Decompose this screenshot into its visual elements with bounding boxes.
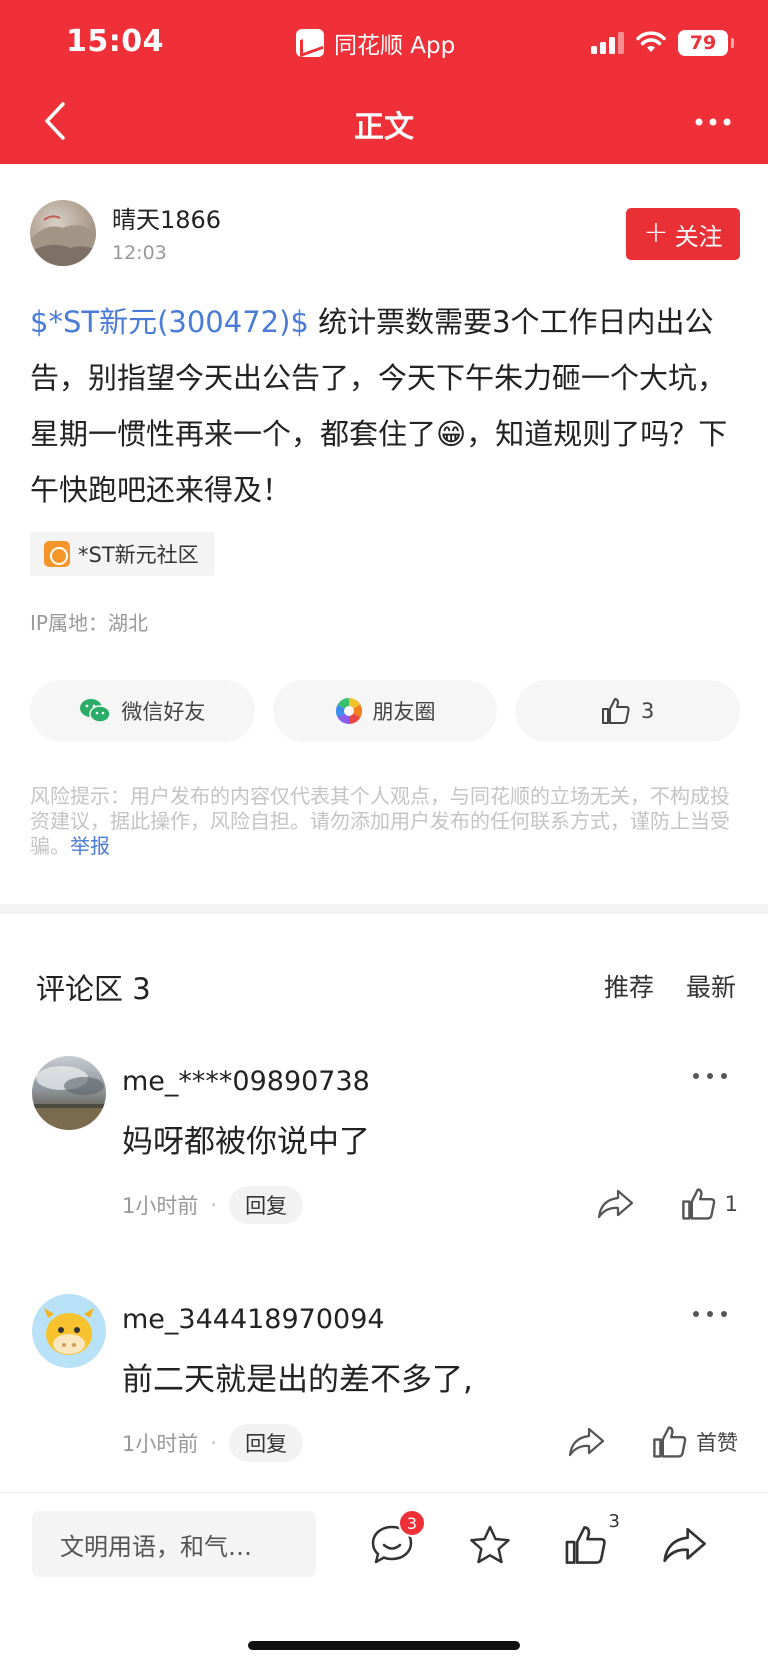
author-name[interactable]: 晴天1866	[112, 200, 221, 235]
share-arrow-icon	[663, 1527, 706, 1563]
more-menu-button[interactable]	[688, 100, 738, 144]
comment-more-button[interactable]	[690, 1064, 730, 1088]
bottom-action-bar: 文明用语，和气… 3 3	[0, 1492, 768, 1663]
comment-text: 前二天就是出的差不多了,	[122, 1362, 473, 1398]
share-moments-button[interactable]: 朋友圈	[272, 680, 498, 742]
risk-warning: 风险提示：用户发布的内容仅代表其个人观点，与同花顺的立场无关，不构成投资建议，据…	[30, 784, 742, 859]
favorite-button[interactable]	[460, 1515, 520, 1575]
follow-label: 关注	[674, 222, 723, 251]
thumbs-up-icon	[601, 698, 630, 724]
comment-count-badge: 3	[398, 1509, 426, 1537]
community-icon	[44, 541, 70, 567]
community-tag[interactable]: *ST新元社区	[30, 532, 215, 576]
comments-button[interactable]: 3	[362, 1509, 426, 1575]
comment-share-button[interactable]	[564, 1420, 608, 1464]
comment-like-button[interactable]: 首赞	[652, 1420, 738, 1464]
section-divider	[0, 904, 768, 914]
share-moments-label: 朋友圈	[372, 700, 436, 724]
share-arrow-icon	[568, 1427, 605, 1457]
commenter-name[interactable]: me_344418970094	[122, 1304, 385, 1335]
comment-item: me_344418970094 前二天就是出的差不多了, 1小时前 · 回复 首…	[32, 1294, 738, 1474]
avatar-image	[32, 1066, 106, 1130]
reply-button[interactable]: 回复	[229, 1186, 304, 1224]
sort-recommended-tab[interactable]: 推荐	[604, 968, 654, 1004]
author-avatar[interactable]	[30, 200, 96, 266]
like-count: 3	[608, 1511, 620, 1532]
comment-like-label: 首赞	[696, 1431, 738, 1455]
meta-separator: ·	[210, 1193, 218, 1217]
comment-share-button[interactable]	[593, 1182, 637, 1226]
sort-tabs: 推荐 最新	[604, 968, 736, 1004]
status-icons: 79	[591, 28, 734, 58]
comment-meta: 1小时前 · 回复	[122, 1424, 304, 1462]
comment-like-count: 1	[724, 1192, 738, 1216]
page-title: 正文	[354, 110, 414, 145]
comment-more-button[interactable]	[690, 1302, 730, 1326]
risk-text: 风险提示：用户发布的内容仅代表其个人观点，与同花顺的立场无关，不构成投资建议，据…	[30, 784, 730, 858]
status-time: 15:04	[66, 24, 164, 59]
plus-icon: +	[643, 214, 669, 250]
commenter-name[interactable]: me_****09890738	[122, 1066, 370, 1097]
share-wechat-label: 微信好友	[121, 700, 206, 724]
more-dots-icon	[693, 1311, 727, 1317]
commenter-avatar[interactable]	[32, 1056, 106, 1130]
nav-bar: 正文	[0, 84, 768, 164]
post-content: $*ST新元(300472)$ 统计票数需要3个工作日内出公告，别指望今天出公告…	[30, 294, 740, 518]
home-indicator[interactable]	[248, 1641, 520, 1650]
wifi-icon	[636, 31, 666, 52]
comment-time: 1小时前	[122, 1432, 199, 1456]
sort-latest-tab[interactable]: 最新	[686, 968, 736, 1004]
comment-actions: 首赞	[564, 1420, 738, 1464]
ip-location: IP属地：湖北	[30, 611, 148, 635]
comment-section-header: 评论区 3 推荐 最新	[36, 966, 736, 1006]
back-to-app[interactable]: 同花顺 App	[296, 28, 456, 59]
comment-time: 1小时前	[122, 1194, 199, 1218]
follow-button[interactable]: + 关注	[626, 208, 740, 260]
more-dots-icon	[693, 1073, 727, 1079]
more-dots-icon	[695, 118, 731, 126]
comment-like-button[interactable]: 1	[681, 1182, 738, 1226]
like-button[interactable]: 3	[556, 1511, 620, 1575]
meta-separator: ·	[210, 1431, 218, 1455]
comment-meta: 1小时前 · 回复	[122, 1186, 304, 1224]
app-logo-icon	[296, 29, 324, 57]
thumbs-up-icon	[681, 1188, 715, 1220]
battery-indicator: 79	[678, 30, 734, 56]
commenter-avatar[interactable]	[32, 1294, 106, 1368]
comment-input[interactable]: 文明用语，和气…	[32, 1511, 316, 1577]
cow-avatar-icon	[44, 1308, 94, 1355]
comment-text: 妈呀都被你说中了	[122, 1124, 370, 1160]
cellular-signal-icon	[591, 32, 624, 54]
share-row: 微信好友 朋友圈 3	[30, 680, 741, 742]
wechat-icon	[80, 699, 112, 723]
star-icon	[470, 1525, 510, 1564]
moments-icon	[335, 697, 362, 725]
share-arrow-icon	[597, 1189, 633, 1219]
reply-button[interactable]: 回复	[229, 1424, 304, 1462]
community-label: *ST新元社区	[78, 543, 199, 567]
report-link[interactable]: 举报	[70, 834, 110, 858]
thumbs-up-icon	[565, 1526, 606, 1564]
status-bar: 15:04 同花顺 App 79	[0, 0, 768, 84]
source-app-label: 同花顺 App	[334, 33, 456, 59]
post-like-count: 3	[640, 699, 655, 723]
post-author: 晴天1866 12:03 + 关注	[30, 200, 740, 270]
comment-item: me_****09890738 妈呀都被你说中了 1小时前 · 回复 1	[32, 1056, 738, 1236]
thumbs-up-icon	[653, 1426, 687, 1458]
post-like-button[interactable]: 3	[515, 680, 741, 742]
stock-tag-link[interactable]: $*ST新元(300472)$	[30, 305, 309, 339]
share-wechat-button[interactable]: 微信好友	[30, 680, 255, 742]
avatar-image	[30, 215, 96, 266]
header: 15:04 同花顺 App 79 正文	[0, 0, 768, 164]
comment-actions: 1	[593, 1182, 738, 1226]
comment-section-title: 评论区 3	[36, 972, 151, 1006]
share-button[interactable]	[654, 1515, 714, 1575]
post-time: 12:03	[112, 242, 167, 264]
